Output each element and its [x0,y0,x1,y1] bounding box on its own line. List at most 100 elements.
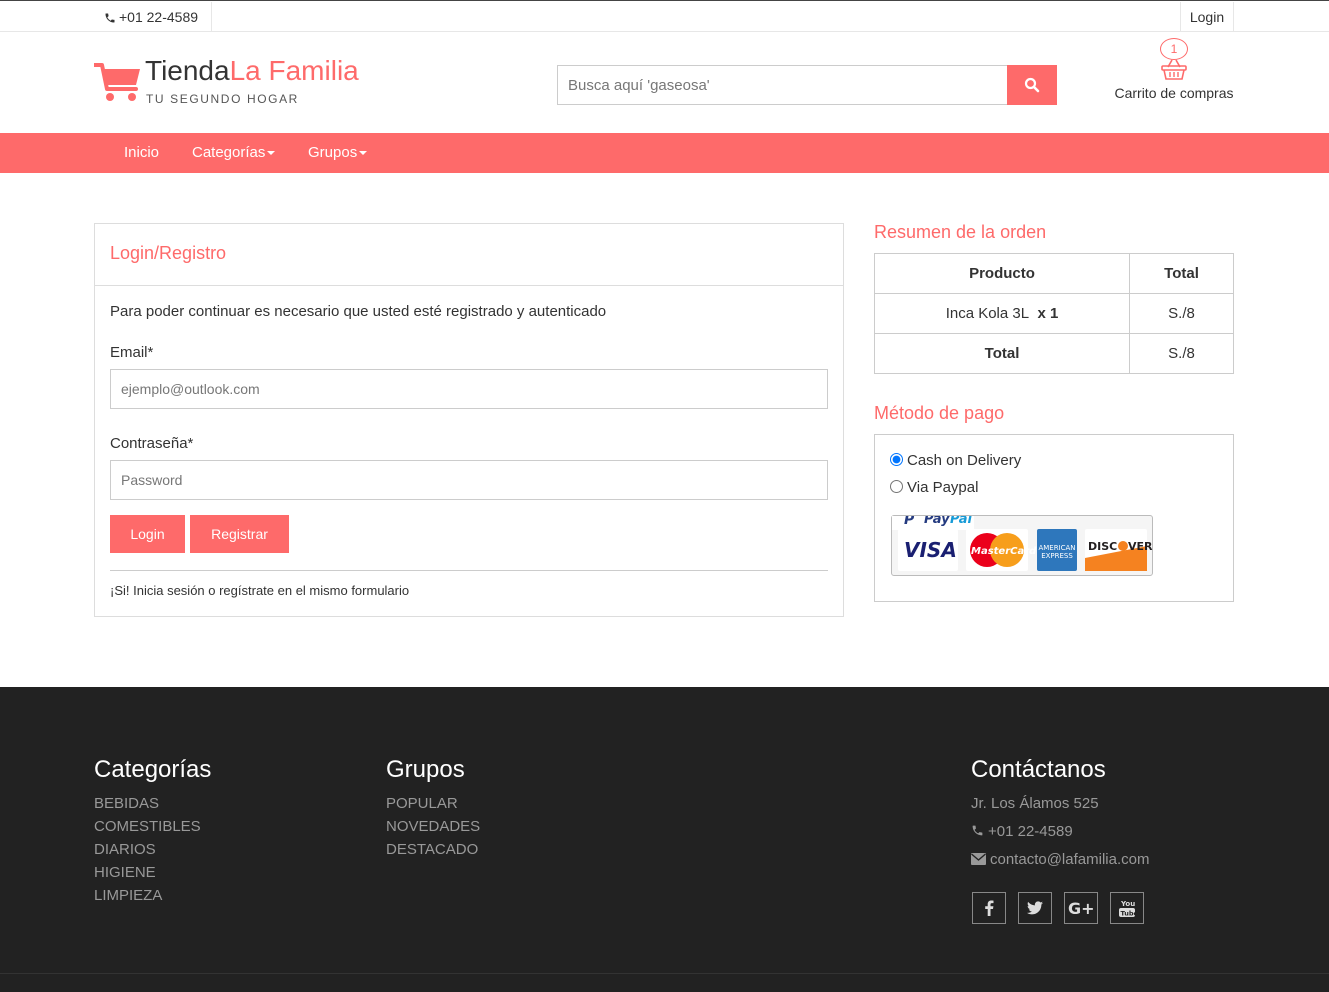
caret-down-icon [267,151,276,156]
register-button[interactable]: Registrar [190,515,289,553]
nav-inicio[interactable]: Inicio [124,133,159,173]
svg-text:G+: G+ [1068,900,1094,916]
svg-text:DISC: DISC [1088,540,1117,553]
login-note: ¡Si! Inicia sesión o regístrate en el mi… [110,583,410,598]
svg-text:Pal: Pal [950,516,972,527]
youtube-icon: You Tube [1119,900,1136,918]
svg-text:AMERICAN: AMERICAN [1038,544,1075,552]
top-bar: +01 22-4589 Login [0,0,1329,32]
logo[interactable]: TiendaLa Familia TU SEGUNDO HOGAR [94,56,374,112]
total-label: Total [874,333,1130,374]
payment-cards-icon: P Pay Pal VISA MasterCard AMERICAN EXPRE… [892,512,1153,571]
footer-link-destacado[interactable]: DESTACADO [386,841,478,858]
main-nav: Inicio Categorías Grupos [0,133,1329,173]
phone-icon [972,825,983,836]
footer-phone-text: +01 22-4589 [988,823,1073,840]
svg-text:EXPRESS: EXPRESS [1041,552,1073,560]
footer-link-higiene[interactable]: HIGIENE [94,864,156,881]
footer-link-comestibles[interactable]: COMESTIBLES [94,818,201,835]
phone-icon [105,13,115,23]
total-value: S./8 [1129,333,1234,374]
svg-text:VER: VER [1128,540,1153,553]
footer: Categorías BEBIDAS COMESTIBLES DIARIOS H… [0,687,1329,992]
shopping-cart-logo-icon [94,63,140,101]
footer-phone: +01 22-4589 [971,823,1073,840]
nav-grupos[interactable]: Grupos [308,133,368,173]
brand-name-part2: La Familia [229,55,359,86]
search-bar [557,65,1057,105]
column-header-product: Producto [874,253,1130,294]
table-row: Inca Kola 3L x 1 S./8 [874,293,1234,334]
footer-email[interactable]: contacto@lafamilia.com [971,851,1149,868]
order-summary-table: Producto Total Inca Kola 3L x 1 S./8 Tot… [874,253,1234,374]
payment-option-cod[interactable]: Cash on Delivery [890,452,1021,469]
table-header-row: Producto Total [874,253,1234,294]
product-quantity: x 1 [1037,305,1059,322]
svg-text:You: You [1120,900,1135,908]
email-label: Email* [110,344,154,361]
footer-link-popular[interactable]: POPULAR [386,795,458,812]
brand-slogan: TU SEGUNDO HOGAR [146,92,299,106]
youtube-button[interactable]: You Tube [1110,892,1144,924]
twitter-icon [1027,901,1043,915]
product-cell: Inca Kola 3L x 1 [874,293,1130,334]
form-divider [110,570,828,571]
footer-grupos-title: Grupos [386,756,465,783]
search-button[interactable] [1007,65,1057,105]
footer-address: Jr. Los Álamos 525 [971,795,1099,812]
svg-text:Pay: Pay [924,516,950,527]
brand-name: TiendaLa Familia [145,56,359,86]
payment-option-paypal-label: Via Paypal [907,479,979,496]
envelope-icon [971,853,986,865]
google-plus-button[interactable]: G+ [1064,892,1098,924]
top-phone: +01 22-4589 [94,2,212,32]
footer-contact-title: Contáctanos [971,756,1106,783]
svg-text:P: P [904,516,915,528]
facebook-button[interactable] [972,892,1006,924]
brand-name-part1: Tienda [145,55,230,86]
google-plus-icon: G+ [1068,900,1094,916]
footer-categorias-title: Categorías [94,756,212,783]
footer-link-novedades[interactable]: NOVEDADES [386,818,480,835]
nav-categorias-label: Categorías [192,144,266,161]
svg-text:Tube: Tube [1121,910,1136,918]
nav-categorias[interactable]: Categorías [192,133,276,173]
panel-divider [95,285,843,286]
password-field[interactable] [110,460,828,500]
footer-email-text: contacto@lafamilia.com [990,851,1150,868]
caret-down-icon [359,151,368,156]
login-intro-text: Para poder continuar es necesario que us… [110,303,607,320]
footer-link-diarios[interactable]: DIARIOS [94,841,156,858]
payment-method-title: Método de pago [874,403,1005,423]
column-header-total: Total [1129,253,1234,294]
email-field[interactable] [110,369,828,409]
total-row: Total S./8 [874,333,1234,374]
search-input[interactable] [557,65,1008,105]
footer-link-bebidas[interactable]: BEBIDAS [94,795,159,812]
twitter-button[interactable] [1018,892,1052,924]
payment-method-box: Cash on Delivery Via Paypal P Pay Pal VI… [874,434,1234,602]
login-panel: Login/Registro Para poder continuar es n… [94,223,844,617]
payment-logos: P Pay Pal VISA MasterCard AMERICAN EXPRE… [891,512,1153,576]
facebook-icon [985,900,994,916]
password-label: Contraseña* [110,435,194,452]
search-icon [1024,77,1040,93]
footer-divider [0,973,1329,974]
product-total-cell: S./8 [1129,293,1234,334]
cart-count-badge: 1 [1160,38,1188,60]
svg-text:MasterCard: MasterCard [971,546,1037,557]
radio-paypal[interactable] [890,480,903,493]
radio-cod[interactable] [890,453,903,466]
shopping-cart[interactable]: 1 Carrito de compras [1110,36,1240,106]
nav-grupos-label: Grupos [308,144,358,161]
payment-option-cod-label: Cash on Delivery [907,452,1022,469]
top-login-link[interactable]: Login [1180,2,1234,32]
login-button[interactable]: Login [110,515,185,553]
product-name: Inca Kola 3L [945,305,1030,322]
top-phone-text: +01 22-4589 [119,9,199,25]
svg-text:VISA: VISA [904,538,957,562]
login-panel-title: Login/Registro [110,243,227,263]
payment-option-paypal[interactable]: Via Paypal [890,479,978,496]
footer-link-limpieza[interactable]: LIMPIEZA [94,887,162,904]
basket-icon [1161,59,1187,80]
